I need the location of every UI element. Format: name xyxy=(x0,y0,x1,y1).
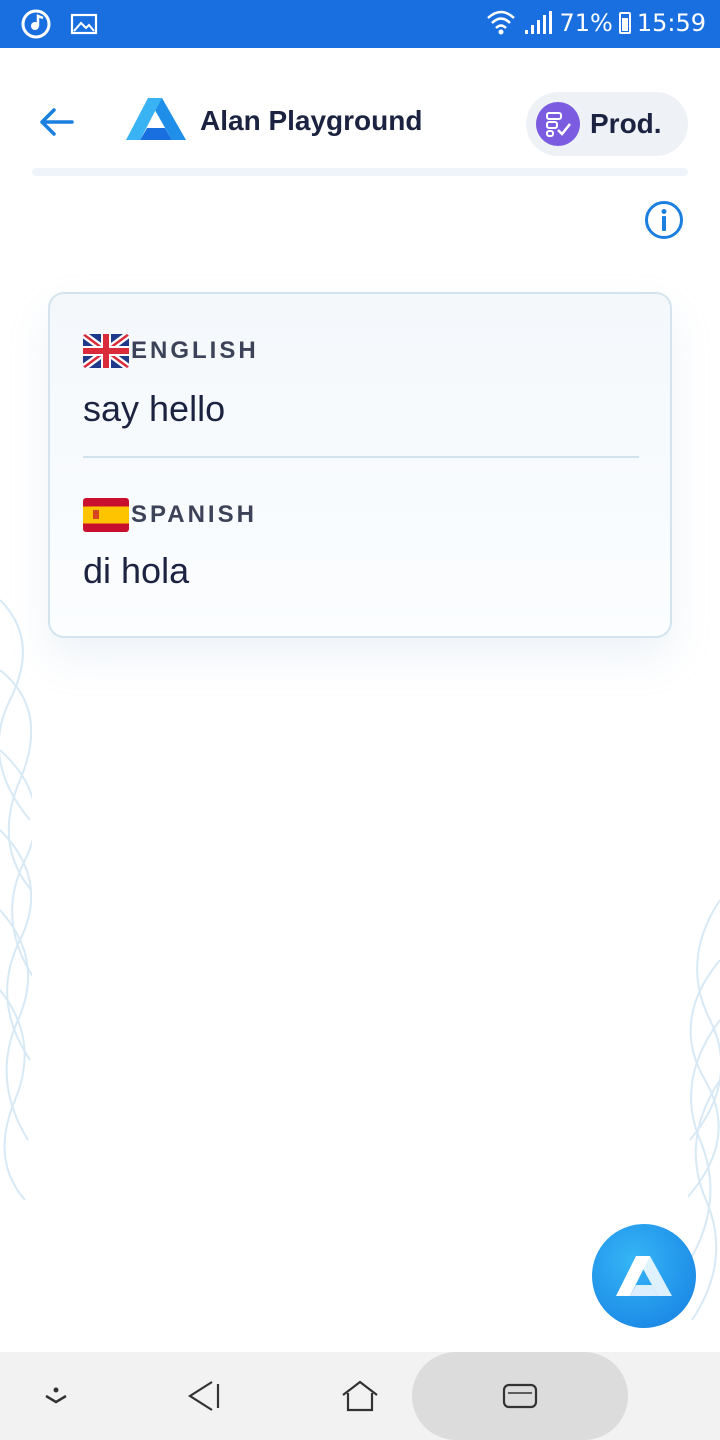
translation-card: ENGLISH say hello SPANISH di hola xyxy=(48,292,672,638)
gallery-icon xyxy=(70,13,98,35)
back-button[interactable] xyxy=(34,100,78,144)
info-icon[interactable] xyxy=(644,200,684,240)
target-language-label: SPANISH xyxy=(131,501,257,528)
nav-back-button[interactable] xyxy=(176,1352,228,1440)
environment-selector[interactable]: Prod. xyxy=(526,92,688,156)
card-divider xyxy=(83,456,639,458)
back-icon xyxy=(187,1381,220,1411)
navigation-bar xyxy=(0,1352,720,1440)
wifi-icon xyxy=(487,10,516,35)
target-language-row: SPANISH xyxy=(83,498,257,532)
source-language-row: ENGLISH xyxy=(83,334,259,368)
screen: 71% 15:59 Alan Playground Prod. ENGLISH … xyxy=(0,0,720,1440)
battery-percent: 71% xyxy=(559,9,613,37)
status-bar: 71% 15:59 xyxy=(0,0,720,48)
alan-logo-icon xyxy=(616,1256,672,1296)
nav-home-button[interactable] xyxy=(334,1352,386,1440)
alan-logo-icon xyxy=(126,98,186,140)
back-arrow-icon xyxy=(40,108,74,136)
target-phrase: di hola xyxy=(83,550,190,591)
hide-keyboard-button[interactable] xyxy=(30,1352,82,1440)
environment-icon xyxy=(536,102,580,146)
home-icon xyxy=(342,1380,378,1412)
app-header: Alan Playground Prod. xyxy=(0,48,720,176)
uk-flag-icon xyxy=(83,334,129,368)
source-phrase: say hello xyxy=(83,388,226,429)
hide-keyboard-icon xyxy=(45,1387,67,1404)
app-title: Alan Playground xyxy=(200,105,423,136)
signal-icon xyxy=(525,11,553,34)
recents-icon xyxy=(502,1383,538,1409)
alan-voice-button[interactable] xyxy=(592,1224,696,1328)
environment-label: Prod. xyxy=(590,108,662,139)
nav-recents-button[interactable] xyxy=(494,1352,546,1440)
header-divider xyxy=(32,168,688,176)
spain-flag-icon xyxy=(83,498,129,532)
music-app-icon xyxy=(21,9,51,39)
battery-icon xyxy=(618,12,631,34)
status-time: 15:59 xyxy=(636,9,706,37)
source-language-label: ENGLISH xyxy=(131,337,259,364)
